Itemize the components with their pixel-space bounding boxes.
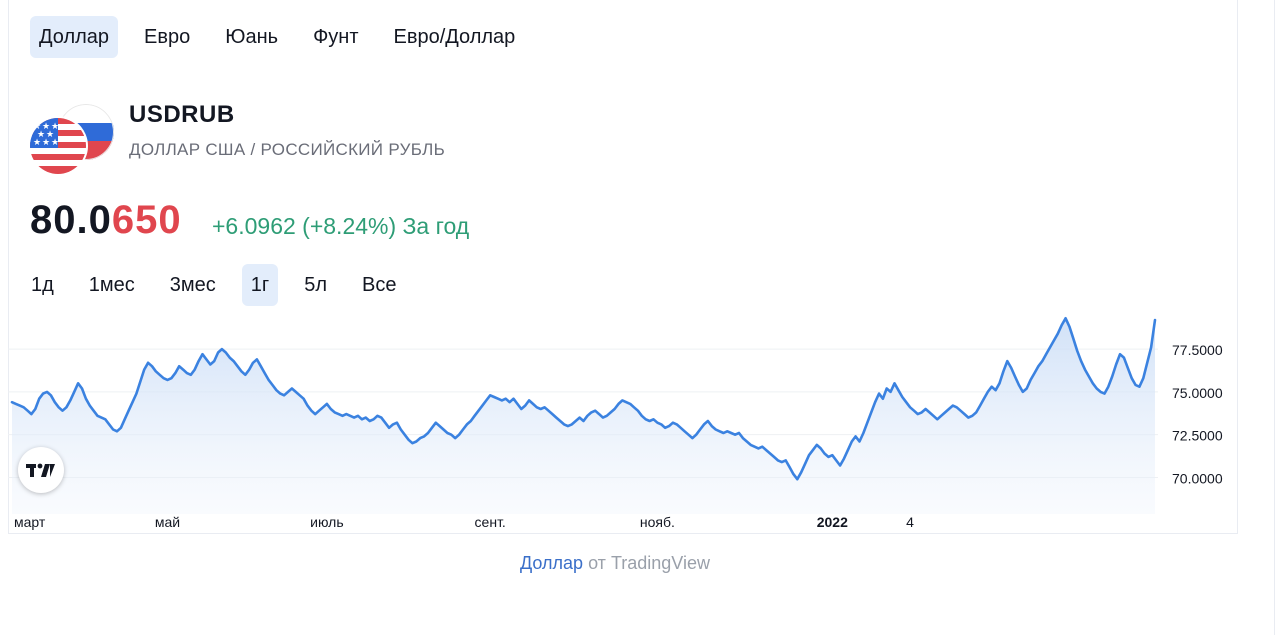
y-tick-label: 72.5000 — [1172, 428, 1223, 444]
y-tick-label: 75.0000 — [1172, 385, 1223, 401]
x-tick-label: июль — [310, 514, 343, 530]
x-tick-label: 2022 — [817, 514, 848, 530]
tradingview-logo-button[interactable] — [18, 447, 64, 493]
tradingview-logo-icon — [26, 463, 55, 477]
x-tick-label: нояб. — [640, 514, 675, 530]
attribution-link[interactable]: Доллар — [520, 553, 583, 573]
attribution-from: от — [588, 553, 606, 573]
attribution: Доллар от TradingView — [0, 553, 1230, 574]
y-tick-label: 77.5000 — [1172, 342, 1223, 358]
price-chart[interactable]: 70.0000 72.5000 75.0000 77.5000 март май июль с… — [0, 0, 1280, 635]
series-area — [12, 318, 1155, 514]
x-tick-label: май — [155, 514, 180, 530]
x-tick-label: 4 — [906, 514, 914, 530]
y-tick-label: 70.0000 — [1172, 470, 1223, 486]
attribution-brand[interactable]: TradingView — [611, 553, 710, 573]
x-tick-label: сент. — [475, 514, 506, 530]
x-tick-label: март — [14, 514, 46, 530]
